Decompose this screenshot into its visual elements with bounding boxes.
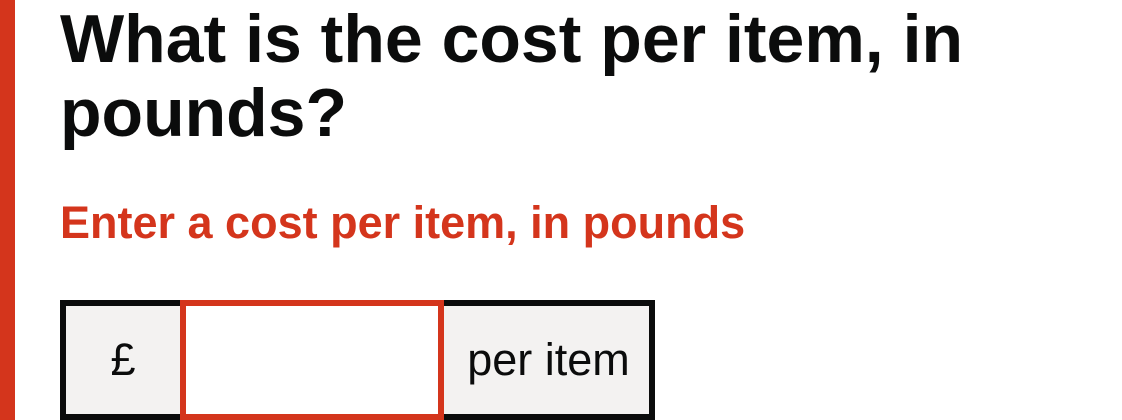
- error-border-bar: [0, 0, 15, 420]
- per-item-suffix: per item: [444, 300, 655, 420]
- form-group-error: What is the cost per item, in pounds? En…: [0, 0, 1122, 420]
- currency-prefix: £: [60, 300, 180, 420]
- cost-input-wrapper: £ per item: [60, 300, 655, 420]
- cost-per-item-input[interactable]: [180, 300, 444, 420]
- question-heading: What is the cost per item, in pounds?: [60, 1, 964, 151]
- error-message: Enter a cost per item, in pounds: [60, 197, 746, 248]
